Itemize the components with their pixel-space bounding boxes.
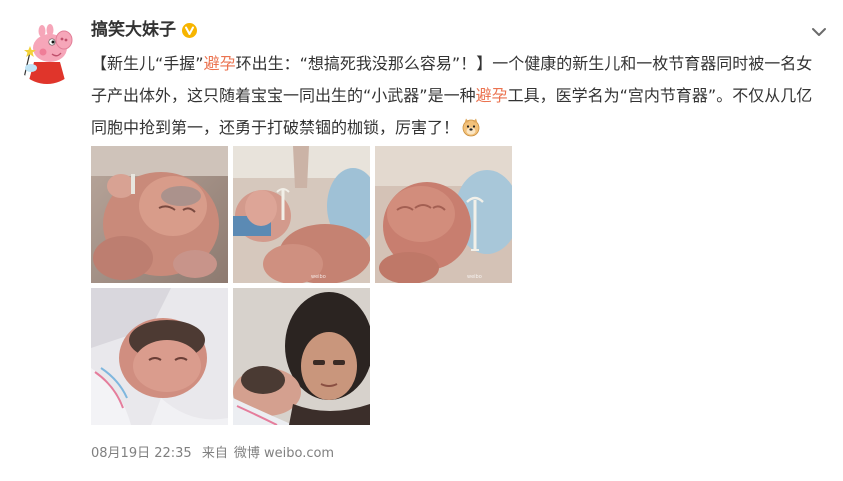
username[interactable]: 搞笑大妹子 [91, 18, 176, 42]
avatar[interactable] [14, 18, 80, 84]
post-text-segment: 【新生儿“手握” [91, 54, 204, 73]
peppa-pig-avatar-icon [14, 18, 80, 84]
photo-fist-with-iud[interactable]: weibo [233, 146, 370, 283]
username-row: 搞笑大妹子 [91, 18, 197, 42]
post-meta: 08月19日 22:35 来自 微博 weibo.com [91, 445, 340, 463]
photo-fist-closeup-iud[interactable]: weibo [375, 146, 512, 283]
svg-text:weibo: weibo [311, 274, 326, 280]
svg-text:weibo: weibo [467, 274, 482, 280]
post-text: 【新生儿“手握”避孕环出生：“想搞死我没那么容易”！】一个健康的新生儿和一枚节育… [91, 48, 821, 144]
post-source-link[interactable]: 微博 weibo.com [234, 446, 334, 461]
topic-highlight-link[interactable]: 避孕 [204, 54, 236, 73]
source-prefix: 来自 [201, 446, 228, 461]
post-menu-chevron-down-icon[interactable] [809, 22, 829, 42]
photo-newborn-swaddled[interactable] [91, 288, 228, 425]
photo-mother-with-baby[interactable] [233, 288, 370, 425]
photo-newborn-holding-iud[interactable] [91, 146, 228, 283]
verified-badge-icon [182, 22, 197, 38]
post-timestamp[interactable]: 08月19日 22:35 [91, 446, 192, 461]
topic-highlight-link[interactable]: 避孕 [476, 86, 508, 105]
doge-emoji-icon [461, 116, 481, 137]
